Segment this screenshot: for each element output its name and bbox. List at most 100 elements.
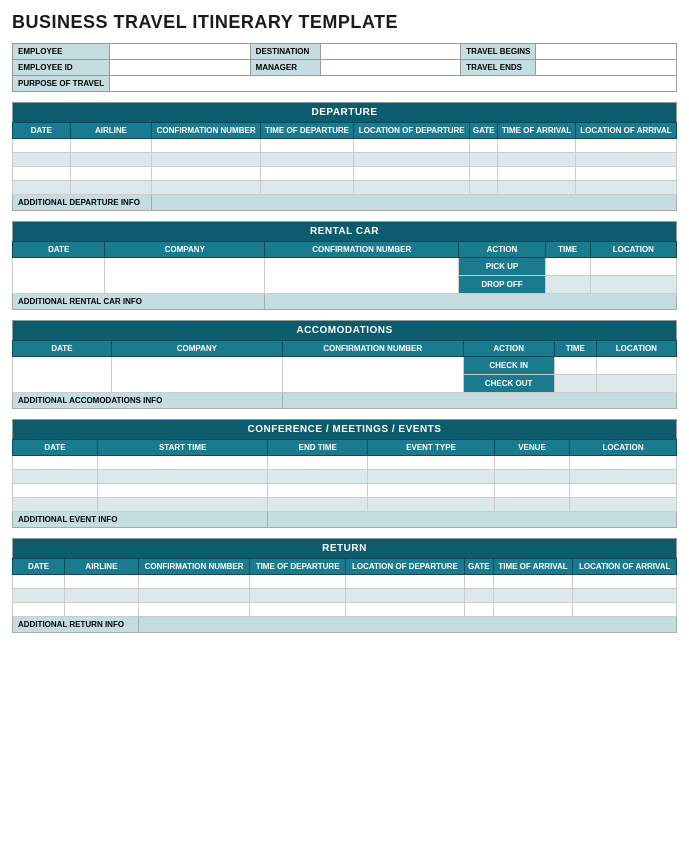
conf-row-1	[13, 456, 677, 470]
rental-col-company: COMPANY	[105, 242, 265, 258]
rental-title: RENTAL CAR	[13, 222, 677, 242]
conf-col-end: END TIME	[268, 440, 368, 456]
dep-col-time-dep: TIME OF DEPARTURE	[261, 123, 354, 139]
rental-car-section: RENTAL CAR DATE COMPANY CONFIRMATION NUM…	[12, 221, 677, 310]
departure-title: DEPARTURE	[13, 103, 677, 123]
departure-row-1	[13, 139, 677, 153]
departure-row-4	[13, 181, 677, 195]
rental-title-row: RENTAL CAR	[13, 222, 677, 242]
return-row-1	[13, 575, 677, 589]
rental-col-action: ACTION	[459, 242, 545, 258]
rental-row-1: PICK UP	[13, 258, 677, 276]
conf-col-venue: VENUE	[494, 440, 569, 456]
ret-col-confirmation: CONFIRMATION NUMBER	[138, 559, 250, 575]
acc-col-date: DATE	[13, 341, 112, 357]
accomodations-header-row: DATE COMPANY CONFIRMATION NUMBER ACTION …	[13, 341, 677, 357]
rental-action-dropoff: DROP OFF	[459, 276, 545, 294]
ret-col-loc-dep: LOCATION OF DEPARTURE	[345, 559, 464, 575]
dep-col-loc-dep: LOCATION OF DEPARTURE	[354, 123, 470, 139]
rental-action-pickup: PICK UP	[459, 258, 545, 276]
acc-col-action: ACTION	[463, 341, 554, 357]
conferences-section: CONFERENCE / MEETINGS / EVENTS DATE STAR…	[12, 419, 677, 528]
conf-row-2	[13, 470, 677, 484]
employee-value	[110, 44, 251, 60]
page-title: BUSINESS TRAVEL ITINERARY TEMPLATE	[12, 12, 677, 33]
employee-id-value	[110, 60, 251, 76]
ret-col-time-arr: TIME OF ARRIVAL	[493, 559, 573, 575]
acc-col-confirmation: CONFIRMATION NUMBER	[282, 341, 463, 357]
conf-footer-value	[268, 512, 677, 528]
rental-col-location: LOCATION	[590, 242, 676, 258]
conf-footer: ADDITIONAL EVENT INFO	[13, 512, 268, 528]
acc-footer: ADDITIONAL ACCOMODATIONS INFO	[13, 393, 283, 409]
acc-col-time: TIME	[554, 341, 596, 357]
destination-value	[320, 44, 461, 60]
acc-footer-row: ADDITIONAL ACCOMODATIONS INFO	[13, 393, 677, 409]
conferences-header-row: DATE START TIME END TIME EVENT TYPE VENU…	[13, 440, 677, 456]
travel-ends-value	[536, 60, 677, 76]
info-table: EMPLOYEE DESTINATION TRAVEL BEGINS EMPLO…	[12, 43, 677, 92]
conferences-title-row: CONFERENCE / MEETINGS / EVENTS	[13, 420, 677, 440]
departure-row-3	[13, 167, 677, 181]
rental-footer: ADDITIONAL RENTAL CAR INFO	[13, 294, 265, 310]
return-footer-row: ADDITIONAL RETURN INFO	[13, 617, 677, 633]
conf-row-4	[13, 498, 677, 512]
conf-footer-row: ADDITIONAL EVENT INFO	[13, 512, 677, 528]
return-title-row: RETURN	[13, 539, 677, 559]
rental-footer-value	[265, 294, 677, 310]
accomodations-title-row: ACCOMODATIONS	[13, 321, 677, 341]
return-header-row: DATE AIRLINE CONFIRMATION NUMBER TIME OF…	[13, 559, 677, 575]
dep-col-date: DATE	[13, 123, 71, 139]
departure-footer-row: ADDITIONAL DEPARTURE INFO	[13, 195, 677, 211]
departure-footer-value	[152, 195, 677, 211]
dep-col-loc-arr: LOCATION OF ARRIVAL	[575, 123, 676, 139]
conf-col-start: START TIME	[98, 440, 268, 456]
travel-begins-label: TRAVEL BEGINS	[461, 44, 536, 60]
acc-action-checkin: CHECK IN	[463, 357, 554, 375]
manager-label: MANAGER	[250, 60, 320, 76]
manager-value	[320, 60, 461, 76]
acc-col-location: LOCATION	[596, 341, 676, 357]
destination-label: DESTINATION	[250, 44, 320, 60]
acc-action-checkout: CHECK OUT	[463, 375, 554, 393]
return-footer-value	[138, 617, 676, 633]
departure-section: DEPARTURE DATE AIRLINE CONFIRMATION NUMB…	[12, 102, 677, 211]
accomodations-title: ACCOMODATIONS	[13, 321, 677, 341]
return-row-2	[13, 589, 677, 603]
ret-col-date: DATE	[13, 559, 65, 575]
employee-label: EMPLOYEE	[13, 44, 110, 60]
acc-footer-value	[282, 393, 676, 409]
conferences-title: CONFERENCE / MEETINGS / EVENTS	[13, 420, 677, 440]
ret-col-gate: GATE	[464, 559, 493, 575]
purpose-label: PURPOSE OF TRAVEL	[13, 76, 110, 92]
return-row-3	[13, 603, 677, 617]
rental-col-confirmation: CONFIRMATION NUMBER	[265, 242, 459, 258]
ret-col-time-dep: TIME OF DEPARTURE	[250, 559, 345, 575]
departure-row-2	[13, 153, 677, 167]
acc-col-company: COMPANY	[111, 341, 282, 357]
accomodations-section: ACCOMODATIONS DATE COMPANY CONFIRMATION …	[12, 320, 677, 409]
conf-col-event-type: EVENT TYPE	[368, 440, 495, 456]
departure-footer: ADDITIONAL DEPARTURE INFO	[13, 195, 152, 211]
departure-title-row: DEPARTURE	[13, 103, 677, 123]
dep-col-airline: AIRLINE	[70, 123, 152, 139]
conf-col-location: LOCATION	[570, 440, 677, 456]
dep-col-confirmation: CONFIRMATION NUMBER	[152, 123, 261, 139]
return-footer: ADDITIONAL RETURN INFO	[13, 617, 139, 633]
return-section: RETURN DATE AIRLINE CONFIRMATION NUMBER …	[12, 538, 677, 633]
conf-col-date: DATE	[13, 440, 98, 456]
travel-ends-label: TRAVEL ENDS	[461, 60, 536, 76]
conf-row-3	[13, 484, 677, 498]
rental-header-row: DATE COMPANY CONFIRMATION NUMBER ACTION …	[13, 242, 677, 258]
rental-col-time: TIME	[545, 242, 590, 258]
dep-col-gate: GATE	[470, 123, 498, 139]
ret-col-airline: AIRLINE	[65, 559, 139, 575]
rental-col-date: DATE	[13, 242, 105, 258]
departure-header-row: DATE AIRLINE CONFIRMATION NUMBER TIME OF…	[13, 123, 677, 139]
dep-col-time-arr: TIME OF ARRIVAL	[498, 123, 576, 139]
return-title: RETURN	[13, 539, 677, 559]
purpose-value	[110, 76, 677, 92]
ret-col-loc-arr: LOCATION OF ARRIVAL	[573, 559, 677, 575]
employee-id-label: EMPLOYEE ID	[13, 60, 110, 76]
rental-footer-row: ADDITIONAL RENTAL CAR INFO	[13, 294, 677, 310]
